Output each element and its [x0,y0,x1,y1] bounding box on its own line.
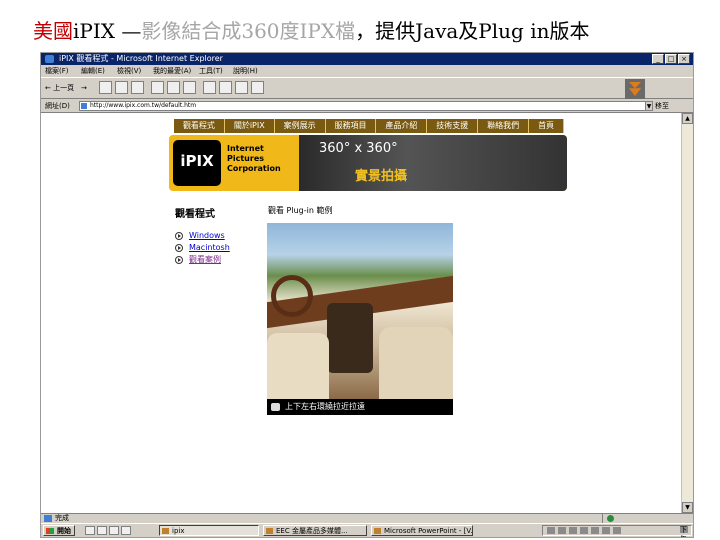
window-controls: _ □ × [652,54,690,64]
banner-subtitle: 實景拍攝 [355,169,408,184]
scroll-down-icon[interactable]: ▼ [682,502,693,513]
back-button[interactable]: ← 上一頁 [45,82,74,94]
page-icon [81,103,87,109]
mail-icon[interactable] [203,81,216,94]
internet-zone-icon [607,515,614,522]
quicklaunch-media-icon[interactable] [121,526,131,535]
address-bar: 網址(D) http://www.ipix.com.tw/default.htm… [41,99,693,113]
address-input[interactable]: http://www.ipix.com.tw/default.htm [79,101,647,111]
history-icon[interactable] [183,81,196,94]
start-button[interactable]: 開始 [43,525,75,536]
clock[interactable]: 下午 07:10 [680,526,688,537]
nav-contact[interactable]: 聯絡我們 [478,119,530,133]
viewer-label: 觀看 Plug-in 範例 [268,206,333,215]
banner-degrees: 360° x 360° [319,141,398,156]
forward-button[interactable]: → [81,82,87,94]
nav-home[interactable]: 首頁 [529,119,565,133]
close-button[interactable]: × [678,54,690,64]
nav-support[interactable]: 技術支援 [427,119,479,133]
ipix-logo: iPIX [173,140,221,186]
menu-view[interactable]: 檢視(V) [117,65,141,77]
taskbar: 開始 ipix EEC 金屬產品多媒體... Microsoft PowerPo… [41,523,693,537]
site-nav: 觀看程式 關於iPIX 案例展示 服務項目 產品介紹 技術支援 聯絡我們 首頁 [174,119,565,133]
edit-icon[interactable] [235,81,248,94]
page-content: 觀看程式 關於iPIX 案例展示 服務項目 產品介紹 技術支援 聯絡我們 首頁 … [41,113,681,513]
viewer-controls[interactable]: 上下左右環繞拉近拉遠 [267,399,453,415]
download-logo-icon [625,79,645,99]
search-icon[interactable] [151,81,164,94]
panorama-viewer[interactable] [267,223,453,399]
print-icon[interactable] [219,81,232,94]
tray-icon[interactable] [602,527,610,534]
task-powerpoint[interactable]: Microsoft PowerPoint - [V...] [371,525,473,536]
menu-edit[interactable]: 編輯(E) [81,65,105,77]
refresh-icon[interactable] [115,81,128,94]
company-name: Internet Pictures Corporation [227,144,281,173]
window-titlebar: iPIX 觀看程式 - Microsoft Internet Explorer … [41,53,693,65]
menu-file[interactable]: 檔案(F) [45,65,69,77]
browser-screenshot: iPIX 觀看程式 - Microsoft Internet Explorer … [40,52,694,538]
link-windows[interactable]: Windows [189,230,225,242]
vertical-scrollbar[interactable]: ▲ ▼ [681,113,693,513]
window-title: iPIX 觀看程式 - Microsoft Internet Explorer [59,54,223,63]
menu-tools[interactable]: 工具(T) [199,65,223,77]
zone-panel [602,514,693,523]
slide-title: 美國iPIX —影像結合成360度IPX檔，提供Java及Plug in版本 [33,19,590,43]
quicklaunch-mail-icon[interactable] [109,526,119,535]
status-text: 完成 [55,514,69,522]
tray-icon[interactable] [591,527,599,534]
link-macintosh[interactable]: Macintosh [189,242,230,254]
tray-icon[interactable] [580,527,588,534]
go-button[interactable]: 移至 [655,99,669,113]
nav-viewer[interactable]: 觀看程式 [174,119,225,133]
viewer-controls-label: 上下左右環繞拉近拉遠 [285,402,365,411]
play-bullet-icon [175,232,183,240]
address-dropdown-button[interactable]: ▼ [645,101,653,111]
home-icon[interactable] [131,81,144,94]
tray-icon[interactable] [547,527,555,534]
quicklaunch-ie-icon[interactable] [85,526,95,535]
ie-icon [45,55,54,63]
favorites-icon[interactable] [167,81,180,94]
link-examples[interactable]: 觀看案例 [189,254,221,266]
toolbar: ← 上一頁 → [41,77,693,99]
viewer-heading: 觀看程式 [175,209,215,220]
ipix-banner: iPIX Internet Pictures Corporation 360° … [169,135,567,191]
hand-icon [271,403,280,411]
discuss-icon[interactable] [251,81,264,94]
page-done-icon [44,515,52,522]
menu-bar: 檔案(F) 編輯(E) 檢視(V) 我的最愛(A) 工具(T) 說明(H) [41,65,693,77]
play-bullet-icon [175,256,183,264]
menu-help[interactable]: 說明(H) [233,65,258,77]
nav-cases[interactable]: 案例展示 [275,119,326,133]
address-label: 網址(D) [45,102,70,110]
tray-icon[interactable] [558,527,566,534]
system-tray: 下午 07:10 [542,525,692,537]
maximize-button[interactable]: □ [665,54,677,64]
tray-icon[interactable] [569,527,577,534]
quicklaunch-desktop-icon[interactable] [97,526,107,535]
nav-products[interactable]: 產品介紹 [376,119,428,133]
status-bar: 完成 [41,513,693,523]
tray-icon[interactable] [613,527,621,534]
nav-about[interactable]: 關於iPIX [225,119,275,133]
stop-icon[interactable] [99,81,112,94]
task-ipix[interactable]: ipix [159,525,259,536]
minimize-button[interactable]: _ [652,54,664,64]
task-eec[interactable]: EEC 金屬產品多媒體... [263,525,367,536]
play-bullet-icon [175,244,183,252]
nav-services[interactable]: 服務項目 [326,119,377,133]
scroll-up-icon[interactable]: ▲ [682,113,693,124]
menu-favorites[interactable]: 我的最愛(A) [153,65,191,77]
